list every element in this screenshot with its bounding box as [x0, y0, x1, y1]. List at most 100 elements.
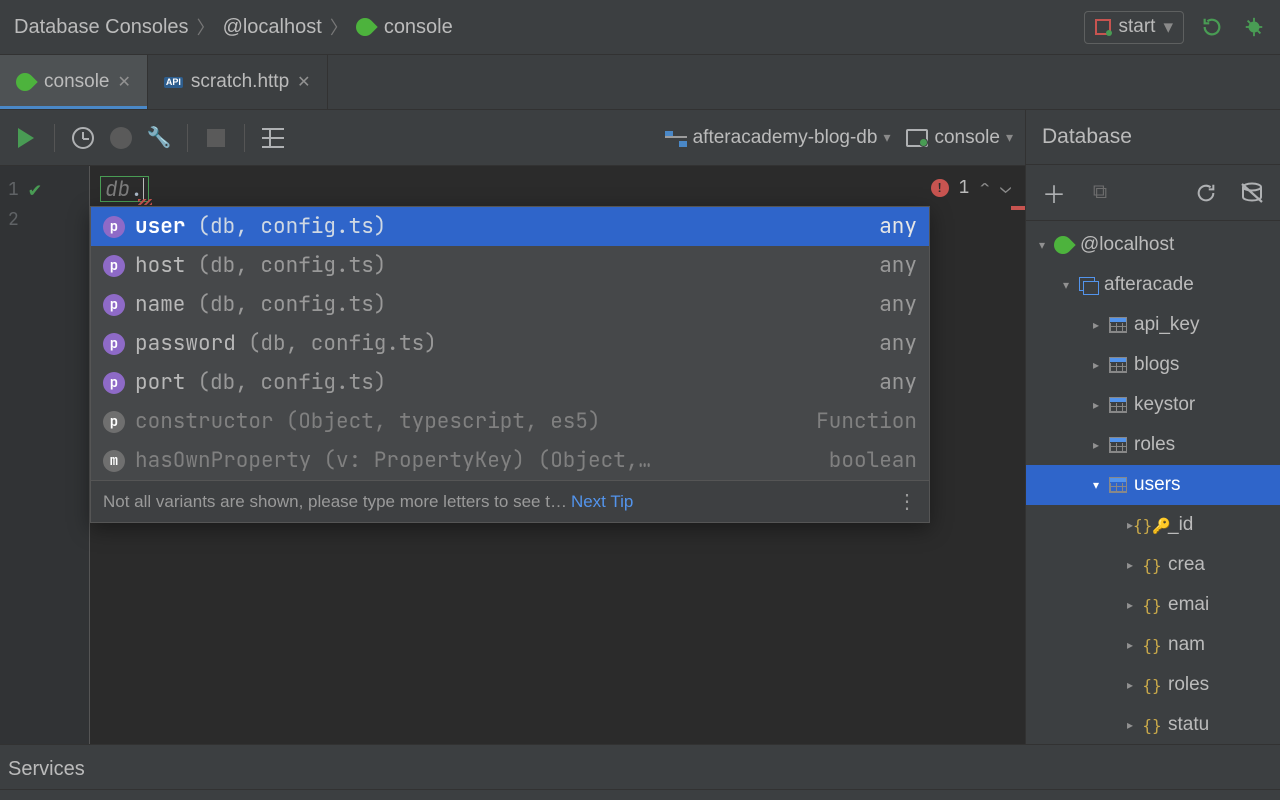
tree-field[interactable]: ▸ {}🔑 _id — [1026, 505, 1280, 545]
ac-type: any — [879, 330, 917, 357]
run-configuration-selector[interactable]: start ▾ — [1084, 11, 1185, 44]
tree-label: crea — [1168, 554, 1205, 576]
breadcrumb-item[interactable]: @localhost — [223, 16, 322, 39]
code-area[interactable]: ! 1 ⌃ ⌄ db. p user — [90, 166, 1025, 744]
stop-button[interactable] — [202, 124, 230, 152]
autocomplete-item[interactable]: p port (db, config.ts) any — [91, 363, 929, 402]
mongodb-leaf-icon — [12, 69, 37, 94]
ac-name: user — [135, 213, 185, 240]
editor-body[interactable]: 1 ✔ 2 ! 1 ⌃ ⌄ db. — [0, 166, 1025, 744]
tab-scratch-http[interactable]: API scratch.http ✕ — [148, 55, 328, 109]
autocomplete-item[interactable]: p password (db, config.ts) any — [91, 324, 929, 363]
main-area: 🔧 afteracademy-blog-db ▾ console ▾ — [0, 110, 1280, 744]
tree-collection[interactable]: ▸ roles — [1026, 425, 1280, 465]
transaction-mode-button[interactable] — [107, 124, 135, 152]
tree-collection[interactable]: ▸ keystor — [1026, 385, 1280, 425]
table-icon — [1109, 357, 1127, 373]
tree-collection[interactable]: ▸ api_key — [1026, 305, 1280, 345]
tree-field[interactable]: ▸ {} nam — [1026, 625, 1280, 665]
debug-button[interactable] — [1240, 13, 1268, 41]
duplicate-button[interactable]: ⧉ — [1086, 179, 1114, 207]
schema-icon — [665, 129, 687, 147]
rerun-button[interactable] — [1198, 13, 1226, 41]
ac-type: any — [879, 213, 917, 240]
tree-field[interactable]: ▸ {} statu — [1026, 705, 1280, 744]
inspection-widget[interactable]: ! 1 ⌃ ⌄ — [931, 176, 1011, 199]
plus-icon: ＋ — [1042, 175, 1066, 210]
error-stripe[interactable] — [1011, 206, 1025, 210]
chevron-right-icon: ▸ — [1124, 678, 1136, 692]
breadcrumb-item[interactable]: console — [384, 16, 453, 39]
line-number: 2 — [8, 208, 19, 231]
field-icon: {} — [1142, 676, 1161, 695]
ac-hint: (db, config.ts) — [197, 291, 386, 318]
services-tool-window-tab[interactable]: Services — [0, 750, 1280, 790]
chevron-down-icon: ▾ — [1163, 16, 1173, 39]
table-icon — [1109, 317, 1127, 333]
ac-name: hasOwnProperty — [135, 447, 311, 474]
grid-icon — [262, 128, 284, 148]
tree-label: users — [1134, 474, 1180, 496]
schema-picker[interactable]: afteracademy-blog-db ▾ — [665, 127, 891, 149]
execute-button[interactable] — [12, 124, 40, 152]
more-icon[interactable]: ⋮ — [897, 489, 917, 514]
dot-icon — [110, 127, 132, 149]
close-icon[interactable]: ✕ — [118, 72, 131, 92]
table-icon — [1109, 397, 1127, 413]
ac-footer-text: Not all variants are shown, please type … — [103, 492, 567, 512]
status-bar — [0, 790, 1280, 800]
separator — [244, 124, 245, 152]
http-api-icon: API — [164, 77, 183, 88]
close-icon[interactable]: ✕ — [297, 72, 310, 92]
refresh-button[interactable] — [1192, 179, 1220, 207]
autocomplete-item[interactable]: m hasOwnProperty (v: PropertyKey) (Objec… — [91, 441, 929, 480]
tree-schema[interactable]: ▾ afteracade — [1026, 265, 1280, 305]
tab-console[interactable]: console ✕ — [0, 55, 148, 109]
field-icon: {} — [1142, 716, 1161, 735]
ac-name: name — [135, 291, 185, 318]
check-icon: ✔ — [29, 176, 41, 202]
tree-field[interactable]: ▸ {} crea — [1026, 545, 1280, 585]
settings-button[interactable]: 🔧 — [145, 124, 173, 152]
ac-name: password — [135, 330, 236, 357]
tree-field[interactable]: ▸ {} emai — [1026, 585, 1280, 625]
schema-picker-label: afteracademy-blog-db — [693, 127, 878, 149]
chevron-down-icon: ▾ — [1036, 238, 1048, 252]
ac-name: constructor — [135, 408, 274, 435]
ac-hint: (db, config.ts) — [197, 369, 386, 396]
tool-window-title: Database — [1026, 110, 1280, 165]
autocomplete-item[interactable]: p user (db, config.ts) any — [91, 207, 929, 246]
breadcrumb-item[interactable]: Database Consoles — [14, 16, 189, 39]
chevron-up-icon[interactable]: ⌃ — [979, 176, 990, 199]
autocomplete-item[interactable]: p name (db, config.ts) any — [91, 285, 929, 324]
tree-field[interactable]: ▸ {} roles — [1026, 665, 1280, 705]
property-icon: p — [103, 372, 125, 394]
tree-datasource[interactable]: ▾ @localhost — [1026, 225, 1280, 265]
editor-tabs: console ✕ API scratch.http ✕ — [0, 55, 1280, 110]
console-picker[interactable]: console ▾ — [906, 127, 1013, 149]
chevron-right-icon: ▸ — [1090, 318, 1102, 332]
top-bar: Database Consoles 〉 @localhost 〉 console… — [0, 0, 1280, 55]
autocomplete-footer: Not all variants are shown, please type … — [91, 480, 929, 522]
chevron-down-icon[interactable]: ⌄ — [1000, 176, 1011, 199]
mongodb-leaf-icon — [1050, 232, 1075, 257]
field-icon: {} — [1142, 636, 1161, 655]
method-icon: m — [103, 450, 125, 472]
property-icon: p — [103, 216, 125, 238]
add-datasource-button[interactable]: ＋ — [1040, 179, 1068, 207]
gutter-line: 1 ✔ — [0, 174, 89, 204]
tree-collection-users[interactable]: ▾ users — [1026, 465, 1280, 505]
view-as-table-button[interactable] — [259, 124, 287, 152]
stop-refresh-button[interactable] — [1238, 179, 1266, 207]
error-icon: ! — [931, 179, 949, 197]
property-icon: p — [103, 294, 125, 316]
next-tip-link[interactable]: Next Tip — [571, 492, 633, 512]
ac-name: host — [135, 252, 185, 279]
wrench-icon: 🔧 — [147, 125, 172, 150]
tree-collection[interactable]: ▸ blogs — [1026, 345, 1280, 385]
autocomplete-item[interactable]: p host (db, config.ts) any — [91, 246, 929, 285]
tree-label: _id — [1168, 514, 1193, 536]
history-button[interactable] — [69, 124, 97, 152]
autocomplete-item[interactable]: p constructor (Object, typescript, es5) … — [91, 402, 929, 441]
field-icon: {} — [1142, 556, 1161, 575]
